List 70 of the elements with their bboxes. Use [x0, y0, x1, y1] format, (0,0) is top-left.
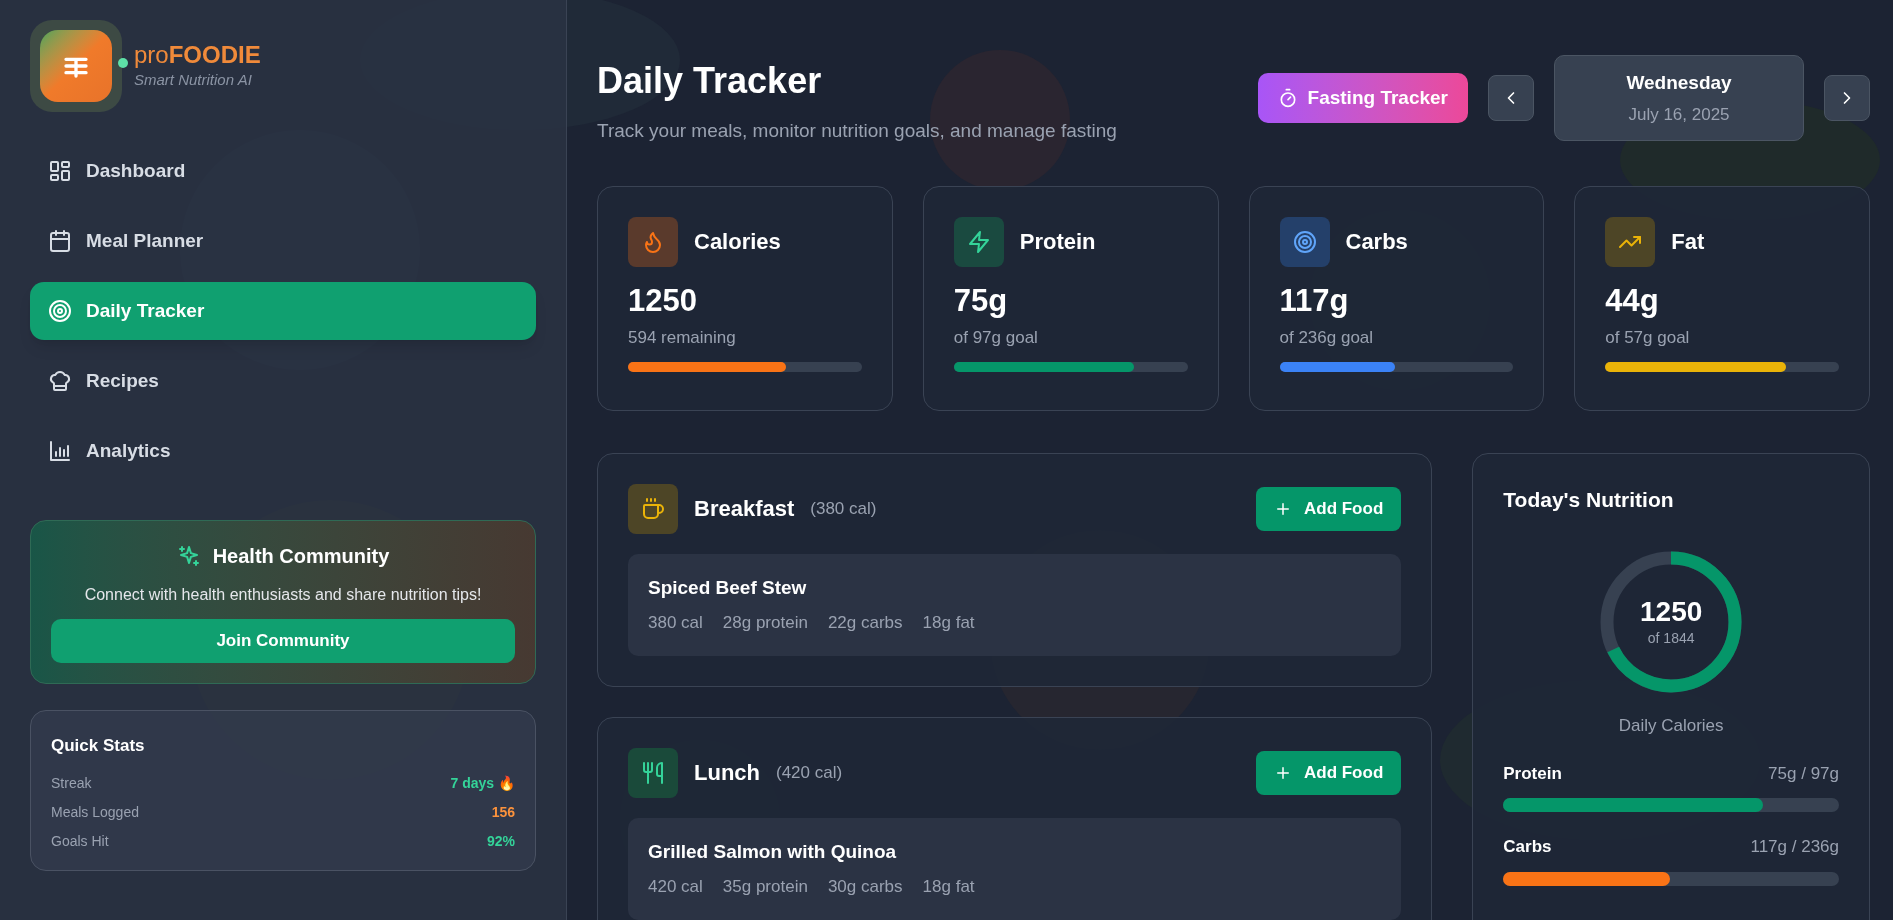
grid-icon [48, 159, 72, 183]
brand-tagline: Smart Nutrition AI [134, 69, 253, 90]
community-title: Health Community [212, 544, 390, 569]
quick-stats-title: Quick Stats [51, 735, 146, 757]
join-button[interactable]: Join Community [51, 619, 515, 663]
food-name: Spiced Beef Stew [648, 575, 808, 600]
stat-note: of 97g goal [953, 326, 1039, 349]
page-title: Daily Tracker [597, 59, 823, 103]
nav-item[interactable]: Dashboard [30, 142, 536, 200]
food-fact: 22g carbs [827, 612, 903, 634]
panel-title: Today's Nutrition [1503, 486, 1675, 513]
stat-title: Fat [1671, 228, 1705, 256]
meal-title: Breakfast [694, 495, 795, 523]
macro-amount: 117g / 236g [1750, 836, 1839, 858]
nav-item[interactable]: Meal Planner [30, 212, 536, 270]
stat-label: Meals Logged [51, 802, 139, 822]
stat-title: Protein [1019, 228, 1096, 256]
stat-value: 156 [491, 802, 515, 822]
previous-day-button[interactable] [1488, 75, 1534, 121]
stat-value: 92% [486, 831, 515, 851]
stat-note: 594 remaining [628, 326, 737, 349]
calorie-goal: of 1844 [1647, 628, 1695, 648]
community-text: Connect with health enthusiasts and share nutrition tips! [84, 585, 482, 605]
target-icon [48, 299, 72, 323]
stat-title: Calories [694, 228, 781, 256]
stat-value: 75g [953, 281, 1009, 320]
next-day-button[interactable] [1824, 75, 1870, 121]
target-icon [1292, 229, 1317, 254]
food-fact: 18g fat [922, 612, 975, 634]
lightning-icon [966, 229, 991, 254]
brand-name: proFOODIE [134, 40, 261, 69]
bar-chart-icon [48, 439, 72, 463]
food-fact: 380 cal [648, 612, 703, 634]
food-fact: 35g protein [722, 876, 808, 898]
meal-calories: (420 cal) [776, 761, 843, 784]
nav-item[interactable]: Recipes [30, 352, 536, 410]
fasting-button[interactable]: Fasting Tracker [1257, 73, 1468, 123]
add-food-button[interactable]: Add Food [1255, 750, 1402, 795]
food-name: Grilled Salmon with Quinoa [648, 839, 898, 864]
stat-value: 117g [1279, 281, 1350, 320]
food-fact: 18g fat [922, 876, 975, 898]
stat-title: Carbs [1345, 228, 1408, 256]
food-fact: 30g carbs [827, 876, 903, 898]
stat-note: of 57g goal [1605, 326, 1691, 349]
macro-label: Carbs [1503, 836, 1552, 858]
nav-item[interactable]: Daily Tracker [30, 282, 536, 340]
meal-calories: (380 cal) [810, 497, 877, 520]
chef-hat-icon [48, 369, 72, 393]
stat-label: Goals Hit [51, 831, 109, 851]
macro-amount: 75g / 97g [1768, 762, 1839, 785]
weekday: Wednesday [1626, 71, 1732, 95]
food-fact: 420 cal [648, 876, 703, 898]
stat-value: 44g [1605, 281, 1660, 320]
macro-label: Protein [1503, 762, 1562, 785]
nav-item[interactable]: Analytics [30, 422, 536, 480]
stat-note: of 236g goal [1279, 326, 1375, 349]
add-food-button[interactable]: Add Food [1255, 486, 1402, 531]
date: July 16, 2025 [1628, 103, 1730, 126]
stat-value: 7 days 🔥 [450, 773, 515, 793]
calendar-icon [48, 229, 72, 253]
coffee-cup-icon [641, 496, 665, 521]
meal-title: Lunch [694, 759, 760, 787]
page-subtitle: Track your meals, monitor nutrition goals, and manage fasting [597, 119, 1117, 143]
stat-label: Streak [51, 773, 92, 793]
ring-caption: Daily Calories [1618, 715, 1724, 737]
stat-value: 1250 [628, 281, 698, 320]
calorie-total: 1250 [1640, 595, 1703, 628]
food-fact: 28g protein [722, 612, 808, 634]
sparkles-icon [176, 544, 201, 568]
utensils-icon [641, 760, 665, 785]
